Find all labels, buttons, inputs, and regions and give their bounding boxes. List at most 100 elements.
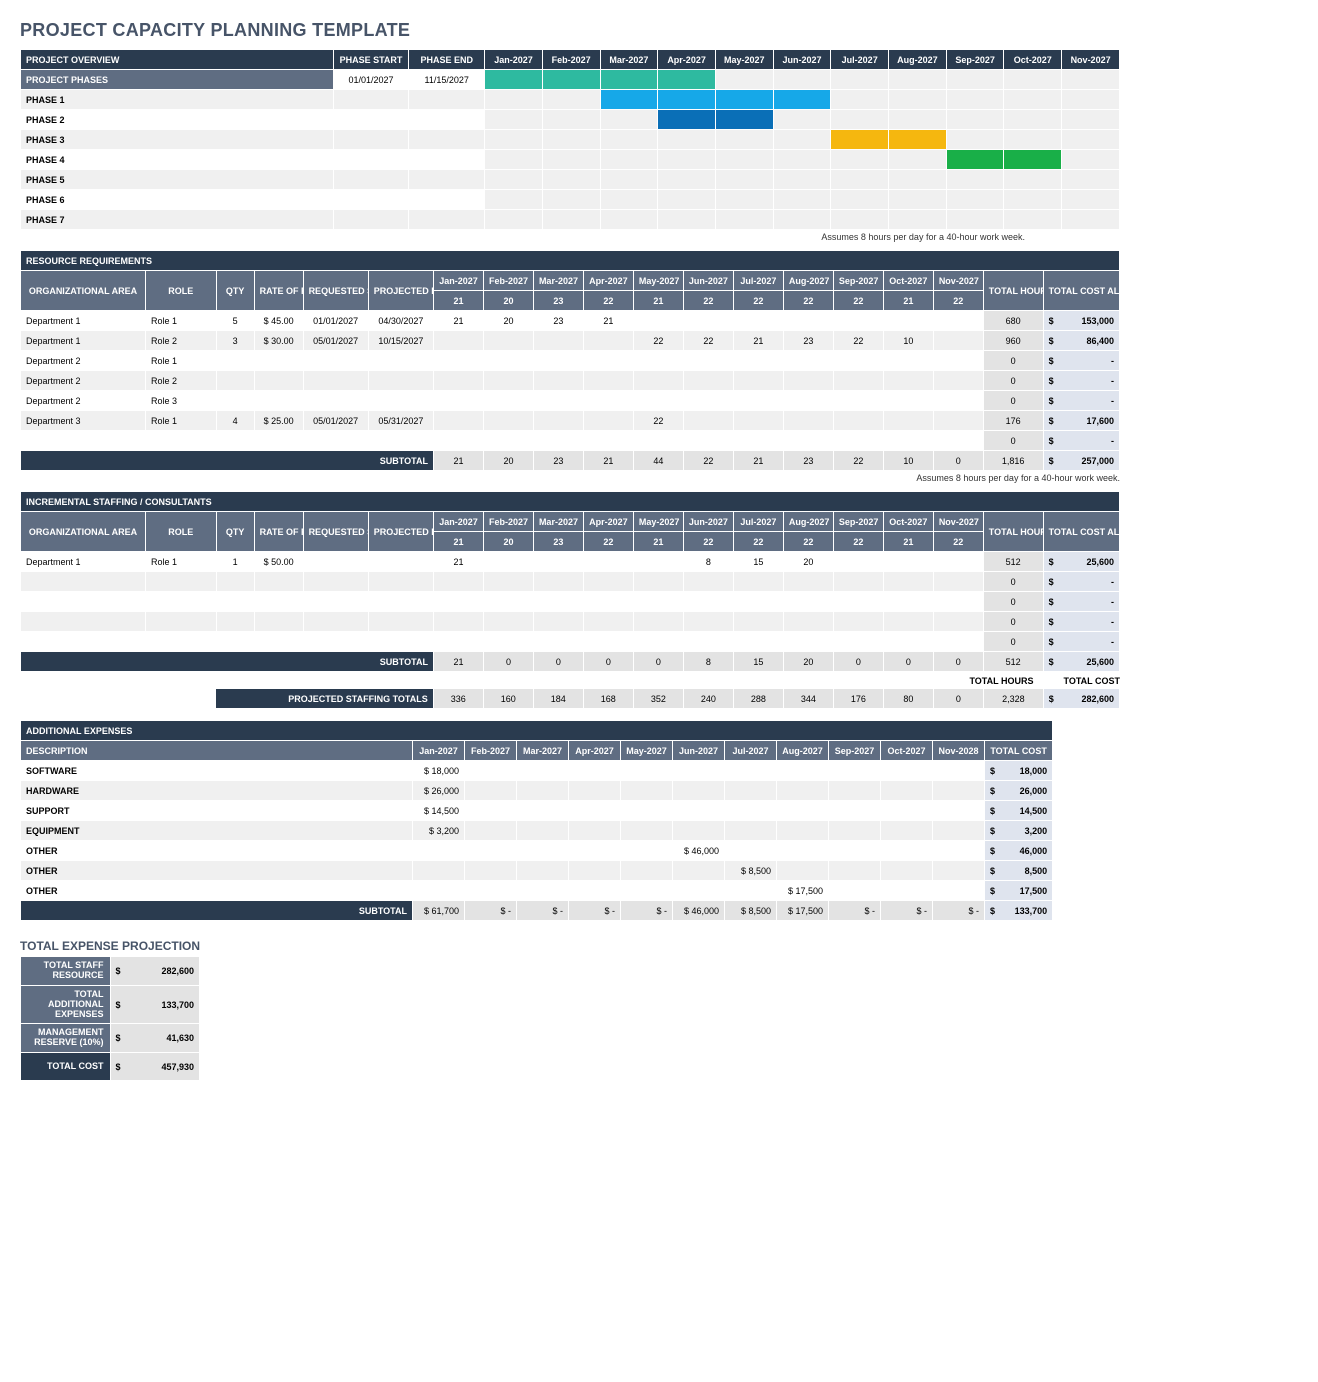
gantt-cell — [658, 210, 716, 230]
col-header: TOTAL COST ALLOCATED — [1043, 512, 1119, 552]
month-cell: 21 — [583, 311, 633, 331]
gantt-bar — [658, 110, 715, 129]
gantt-cell — [485, 70, 543, 90]
cost-cell: $- — [1043, 351, 1119, 371]
month-cell — [683, 311, 733, 331]
gantt-cell — [658, 190, 716, 210]
phase-label: PHASE 3 — [21, 130, 334, 150]
month-cell — [433, 391, 483, 411]
expense-month — [725, 761, 777, 781]
hours-cell: 0 — [983, 431, 1043, 451]
gantt-cell — [889, 210, 947, 230]
gantt-cell — [715, 110, 773, 130]
month-header: Apr-2027 — [583, 512, 633, 532]
subtotal-total: $133,700 — [985, 901, 1053, 921]
expense-month — [517, 821, 569, 841]
expense-month — [881, 821, 933, 841]
month-header: Jan-2027 — [433, 271, 483, 291]
hours-cell: 176 — [983, 411, 1043, 431]
rate-cell: $ 25.00 — [254, 411, 303, 431]
gantt-cell — [542, 110, 600, 130]
month-header: Oct-2027 — [1004, 50, 1062, 70]
expense-total: $26,000 — [985, 781, 1053, 801]
footnote: Assumes 8 hours per day for a 40-hour wo… — [20, 232, 1025, 242]
month-cell — [583, 431, 633, 451]
month-cell: 22 — [683, 331, 733, 351]
month-cell: 22 — [833, 331, 883, 351]
hours-cell: 0 — [983, 612, 1043, 632]
month-header: May-2027 — [715, 50, 773, 70]
expense-total: $18,000 — [985, 761, 1053, 781]
hours-cell: 0 — [983, 592, 1043, 612]
subtotal-month: 22 — [683, 451, 733, 471]
gantt-cell — [1062, 190, 1120, 210]
hours-cell: 960 — [983, 331, 1043, 351]
gantt-cell — [773, 70, 831, 90]
month-header: Nov-2028 — [933, 741, 985, 761]
gantt-cell — [946, 70, 1004, 90]
gantt-cell — [658, 110, 716, 130]
cost-cell: $17,600 — [1043, 411, 1119, 431]
cost-cell: $- — [1043, 371, 1119, 391]
cost-cell: $- — [1043, 431, 1119, 451]
gantt-cell — [831, 150, 889, 170]
expense-month — [829, 861, 881, 881]
staff-month: 184 — [533, 689, 583, 709]
qty-cell: 3 — [216, 331, 254, 351]
month-cell — [933, 411, 983, 431]
start-cell — [303, 391, 368, 411]
expense-month — [465, 761, 517, 781]
role-cell: Role 3 — [145, 391, 216, 411]
expense-month — [725, 841, 777, 861]
subtotal-month: 0 — [633, 652, 683, 672]
month-header: Mar-2027 — [517, 741, 569, 761]
gantt-cell — [600, 210, 658, 230]
gantt-cell — [542, 150, 600, 170]
expense-month — [881, 761, 933, 781]
month-header: Oct-2027 — [883, 512, 933, 532]
end-cell — [368, 431, 433, 451]
gantt-cell — [715, 170, 773, 190]
subtotal-hours: 512 — [983, 652, 1043, 672]
month-cell: 10 — [883, 331, 933, 351]
start-cell — [303, 431, 368, 451]
month-cell: 21 — [733, 331, 783, 351]
month-cell — [883, 431, 933, 451]
month-subheader: 23 — [533, 532, 583, 552]
month-cell — [733, 311, 783, 331]
col-header: PROJECTED END DATE — [368, 512, 433, 552]
col-header: TOTAL COST ALLOCATED — [1043, 271, 1119, 311]
month-cell — [683, 371, 733, 391]
gantt-cell — [1062, 210, 1120, 230]
month-subheader: 22 — [933, 291, 983, 311]
col-header: TOTAL COST — [985, 741, 1053, 761]
gantt-cell — [831, 110, 889, 130]
expense-month — [829, 821, 881, 841]
expense-total: $8,500 — [985, 861, 1053, 881]
month-header: Nov-2027 — [1062, 50, 1120, 70]
month-cell — [783, 592, 833, 612]
org-cell: Department 1 — [21, 552, 146, 572]
month-cell: 21 — [433, 311, 483, 331]
total-hours-label: TOTAL HOURS — [969, 676, 1033, 686]
staff-month: 344 — [783, 689, 833, 709]
month-subheader: 21 — [433, 291, 483, 311]
expense-month — [413, 861, 465, 881]
month-cell — [933, 351, 983, 371]
cost-cell: $25,600 — [1043, 552, 1119, 572]
month-header: Feb-2027 — [483, 512, 533, 532]
gantt-bar — [716, 90, 773, 109]
month-cell — [783, 371, 833, 391]
role-cell: Role 2 — [145, 371, 216, 391]
incremental-table: INCREMENTAL STAFFING / CONSULTANTSORGANI… — [20, 491, 1120, 672]
month-subheader: 22 — [833, 291, 883, 311]
col-header: PROJECTED END DATE — [368, 271, 433, 311]
expense-month — [777, 801, 829, 821]
phase-end — [409, 210, 485, 230]
month-subheader: 22 — [733, 532, 783, 552]
expense-month — [829, 841, 881, 861]
expense-month — [777, 781, 829, 801]
gantt-cell — [542, 190, 600, 210]
month-subheader: 21 — [633, 291, 683, 311]
month-cell: 20 — [783, 552, 833, 572]
